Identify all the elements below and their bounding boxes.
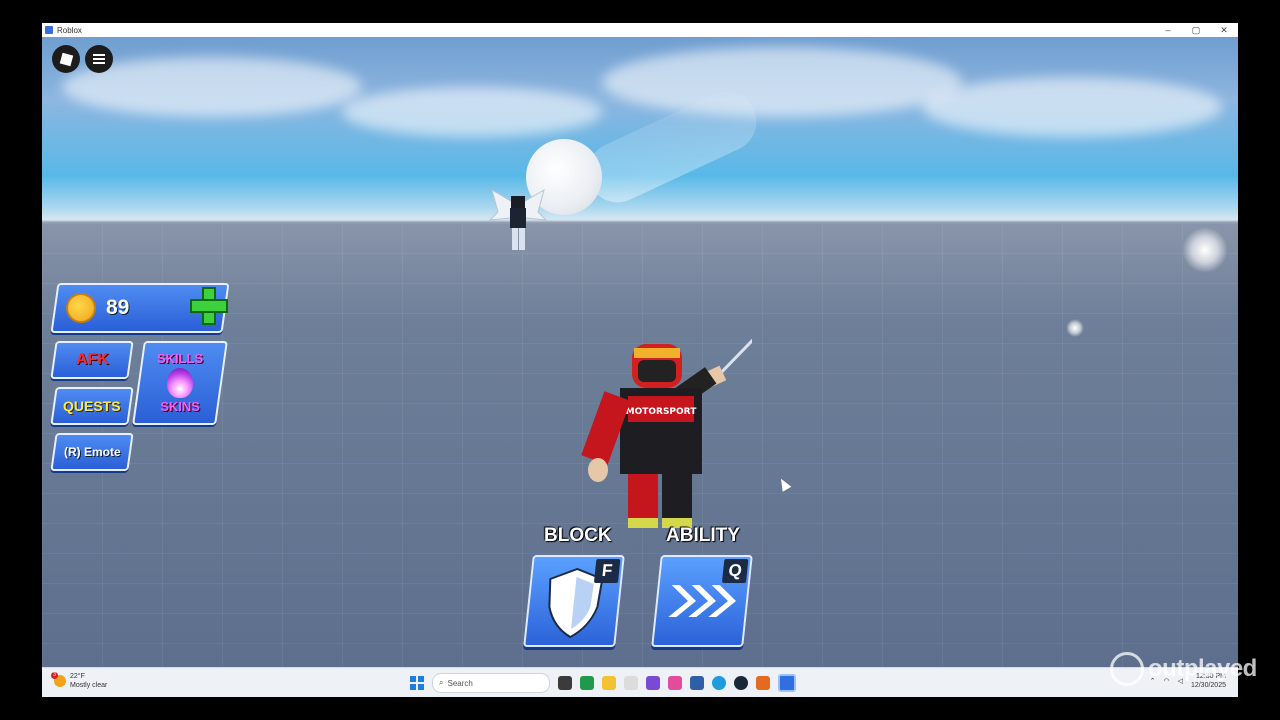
skills-skins-button[interactable]: SKILLS SKINS: [132, 341, 228, 425]
block-label: BLOCK: [544, 525, 612, 546]
start-icon-tile: [418, 684, 424, 690]
roblox-logo-icon: [59, 52, 73, 66]
hamburger-menu-button[interactable]: [85, 45, 113, 73]
block-button[interactable]: F: [523, 555, 625, 647]
close-button[interactable]: ✕: [1210, 25, 1238, 36]
coins-content: 89: [56, 293, 129, 323]
windows-taskbar: 3 22°F Mostly clear ⌕ Search ⌃ ◠ ◁ 12:30…: [42, 667, 1238, 697]
flame-icon: [166, 368, 193, 398]
task-view-icon[interactable]: [558, 676, 572, 690]
shirt-text: MOTORSPORT: [626, 407, 698, 417]
afk-label: AFK: [75, 351, 109, 368]
steam-icon[interactable]: [734, 676, 748, 690]
outplayed-logo-icon: [1110, 652, 1144, 686]
game-viewport[interactable]: MOTORSPORT 89 AFK QUESTS (R) Emote SKILL…: [42, 37, 1238, 667]
sun-icon: 3: [51, 672, 66, 687]
file-explorer-icon[interactable]: [602, 676, 616, 690]
skills-content: SKILLS SKINS: [156, 351, 204, 414]
weather-text: 22°F Mostly clear: [70, 672, 107, 690]
menu-icon-bar: [93, 58, 105, 60]
buy-coins-plus-icon[interactable]: [190, 287, 228, 325]
menu-icon-bar: [93, 62, 105, 64]
cloud: [922, 77, 1222, 137]
watermark-text: outplayed: [1148, 655, 1257, 682]
ability-key: Q: [721, 559, 749, 583]
light-orb: [1182, 227, 1228, 273]
taskbar-search[interactable]: ⌕ Search: [432, 673, 550, 693]
app-icon-orange[interactable]: [756, 676, 770, 690]
window-controls: – ▢ ✕: [1154, 25, 1238, 36]
quests-label: QUESTS: [63, 398, 121, 414]
start-icon-tile: [418, 676, 424, 682]
search-placeholder: Search: [447, 678, 473, 688]
roblox-app-icon: [45, 26, 53, 34]
windows-start-icon[interactable]: [410, 676, 424, 690]
maximize-button[interactable]: ▢: [1182, 25, 1210, 36]
roblox-taskbar-icon[interactable]: [778, 674, 796, 692]
start-icon-tile: [410, 684, 416, 690]
emote-label: (R) Emote: [63, 445, 121, 459]
roblox-window: Roblox – ▢ ✕ MOTORSPORT 89 AFK QUESTS (R…: [42, 23, 1238, 697]
roblox-menu-button[interactable]: [52, 45, 80, 73]
weather-badge: 3: [51, 672, 58, 679]
light-spark: [1066, 319, 1084, 337]
quests-button[interactable]: QUESTS: [50, 387, 134, 425]
outplayed-watermark: outplayed: [1110, 652, 1257, 686]
copilot-icon[interactable]: [668, 676, 682, 690]
xbox-icon[interactable]: [580, 676, 594, 690]
app-icon[interactable]: [646, 676, 660, 690]
store-icon[interactable]: [690, 676, 704, 690]
coin-count: 89: [106, 296, 130, 319]
edge-icon[interactable]: [712, 676, 726, 690]
title-bar: Roblox – ▢ ✕: [42, 23, 1238, 37]
skins-label: SKINS: [160, 399, 200, 414]
minimize-button[interactable]: –: [1154, 25, 1182, 36]
ability-button[interactable]: Q: [651, 555, 753, 647]
taskbar-apps: ⌕ Search: [410, 673, 796, 693]
skills-label: SKILLS: [156, 351, 204, 366]
ability-label: ABILITY: [666, 525, 740, 546]
weather-condition: Mostly clear: [70, 682, 108, 689]
block-key: F: [593, 559, 621, 583]
window-title: Roblox: [57, 25, 82, 35]
notepad-icon[interactable]: [624, 676, 638, 690]
coin-icon: [66, 293, 96, 323]
weather-temperature: 22°F: [70, 673, 85, 680]
start-icon-tile: [410, 676, 416, 682]
cloud: [602, 47, 962, 117]
emote-button[interactable]: (R) Emote: [50, 433, 134, 471]
search-icon: ⌕: [439, 678, 444, 687]
winged-npc-avatar: [488, 188, 548, 250]
menu-icon-bar: [93, 54, 105, 56]
player-avatar: MOTORSPORT: [581, 338, 752, 528]
weather-widget[interactable]: 3 22°F Mostly clear: [51, 672, 107, 690]
afk-button[interactable]: AFK: [50, 341, 134, 379]
cloud: [342, 87, 602, 137]
